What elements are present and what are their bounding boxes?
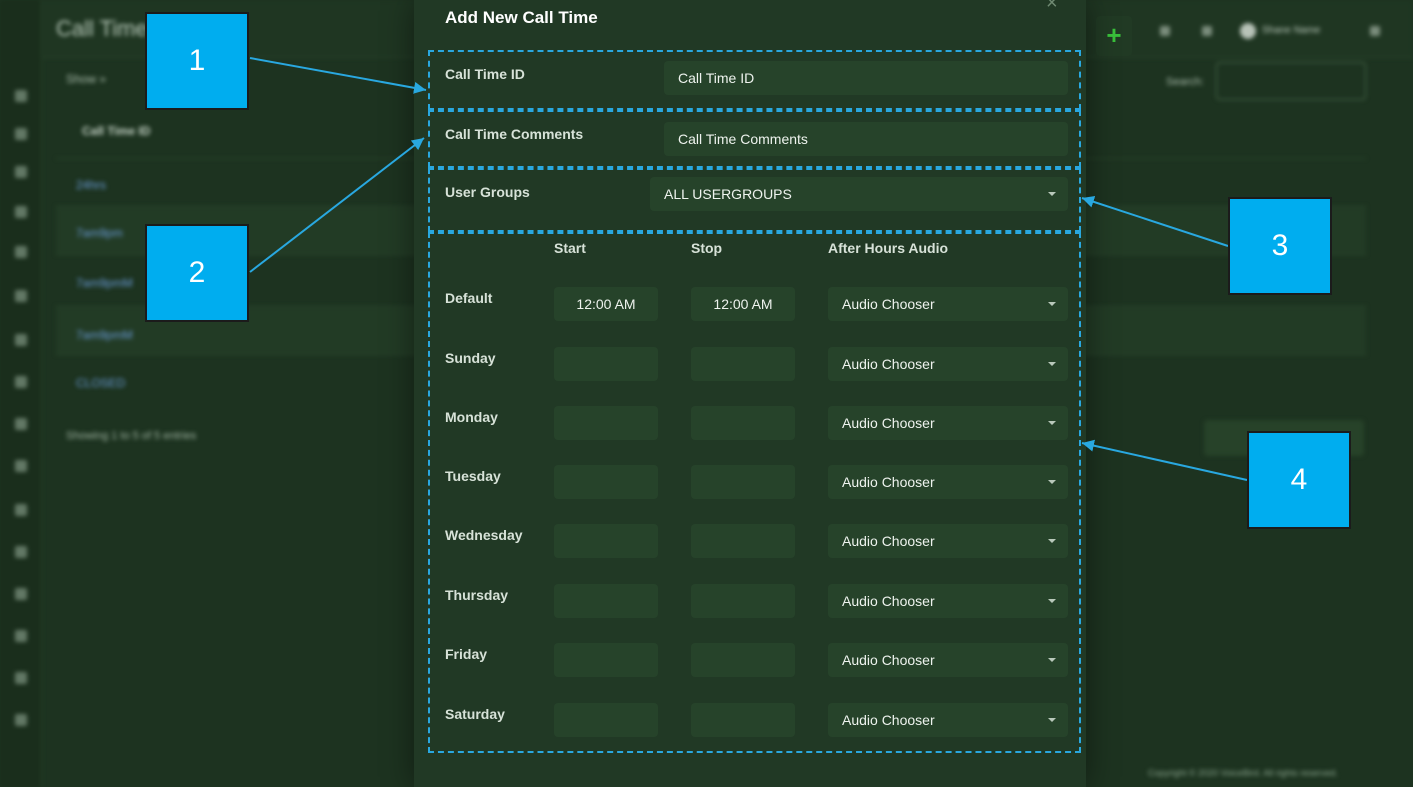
callout-2: 2 bbox=[145, 224, 249, 322]
arrow-3 bbox=[1081, 196, 1229, 247]
screen: Call Time Show » Call Time ID 24hrs 7am9… bbox=[0, 0, 1413, 787]
callout-1: 1 bbox=[145, 12, 249, 110]
annotation-arrows bbox=[249, 57, 1248, 481]
arrow-1 bbox=[249, 57, 427, 94]
arrow-2 bbox=[249, 137, 425, 273]
arrow-4 bbox=[1081, 439, 1248, 481]
callout-4: 4 bbox=[1247, 431, 1351, 529]
callout-3: 3 bbox=[1228, 197, 1332, 295]
